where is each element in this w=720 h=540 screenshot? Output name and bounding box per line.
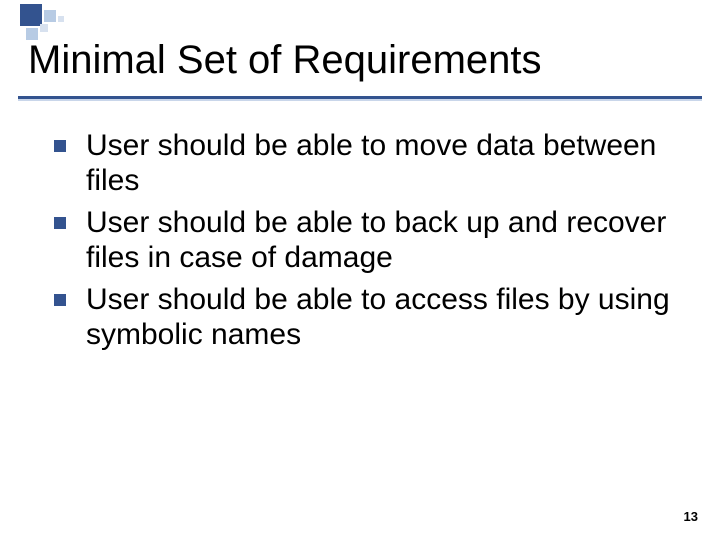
bullet-icon [54, 217, 66, 229]
list-item: User should be able to access files by u… [54, 282, 680, 353]
list-item-text: User should be able to back up and recov… [86, 206, 666, 274]
title-rule-shadow [18, 99, 702, 101]
slide-body: User should be able to move data between… [54, 128, 680, 358]
bullet-icon [54, 140, 66, 152]
square-icon [58, 16, 64, 22]
slide: Minimal Set of Requirements User should … [0, 0, 720, 540]
square-icon [44, 10, 56, 22]
list-item-text: User should be able to access files by u… [86, 283, 670, 351]
list-item: User should be able to back up and recov… [54, 205, 680, 276]
square-icon [40, 24, 48, 32]
slide-title: Minimal Set of Requirements [28, 38, 542, 83]
page-number: 13 [684, 509, 698, 524]
list-item: User should be able to move data between… [54, 128, 680, 199]
square-icon [20, 4, 42, 26]
list-item-text: User should be able to move data between… [86, 129, 656, 197]
bullet-icon [54, 294, 66, 306]
